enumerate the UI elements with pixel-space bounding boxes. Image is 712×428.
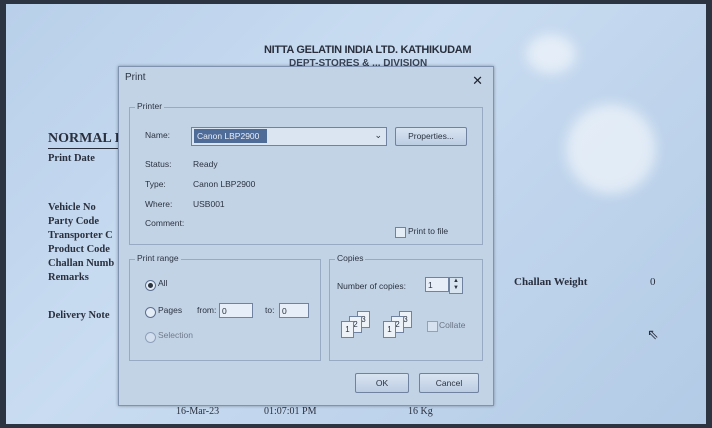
screen-glare: [526, 34, 576, 74]
print-to-file-checkbox[interactable]: [395, 227, 406, 238]
copies-group: [329, 259, 483, 361]
bottom-date: 16-Mar-23: [176, 406, 220, 417]
all-label: All: [158, 278, 168, 288]
status-label: Status:: [145, 159, 172, 169]
close-icon[interactable]: ✕: [472, 73, 483, 89]
print-date-label: Print Date: [48, 153, 95, 164]
from-label: from:: [197, 305, 217, 315]
pages-radio[interactable]: [145, 307, 156, 318]
ok-button[interactable]: OK: [355, 373, 409, 393]
transporter-label: Transporter C: [48, 230, 113, 241]
challan-weight-label: Challan Weight: [514, 276, 588, 288]
properties-button[interactable]: Properties...: [395, 127, 467, 146]
type-value: Canon LBP2900: [193, 179, 256, 189]
all-radio[interactable]: [145, 280, 156, 291]
printer-name-label: Name:: [145, 130, 171, 140]
party-code-label: Party Code: [48, 216, 100, 227]
printer-name-select[interactable]: Canon LBP2900 ⌄: [191, 127, 387, 146]
to-label: to:: [265, 305, 275, 315]
challan-weight-value: 0: [650, 276, 656, 288]
screen-glare: [566, 104, 656, 194]
comment-label: Comment:: [145, 218, 185, 228]
dialog-title: Print: [125, 72, 146, 83]
printer-group-label: Printer: [135, 101, 165, 111]
from-page-input[interactable]: 0: [219, 303, 253, 318]
cancel-button[interactable]: Cancel: [419, 373, 479, 393]
company-name: NITTA GELATIN INDIA LTD. KATHIKUDAM: [264, 44, 472, 56]
print-range-label: Print range: [135, 253, 181, 263]
type-label: Type:: [145, 179, 166, 189]
selection-radio[interactable]: [145, 332, 156, 343]
challan-number-label: Challan Numb: [48, 258, 115, 269]
delivery-note-label: Delivery Note: [48, 310, 110, 321]
mouse-pointer-icon: ⇖: [647, 326, 659, 342]
status-value: Ready: [193, 159, 218, 169]
where-value: USB001: [193, 199, 225, 209]
printer-name-value: Canon LBP2900: [194, 129, 267, 143]
collate-label: Collate: [439, 320, 466, 330]
product-code-label: Product Code: [48, 244, 110, 255]
where-label: Where:: [145, 199, 173, 209]
dialog-titlebar[interactable]: Print ✕: [119, 67, 493, 91]
heading-underline: [48, 148, 128, 149]
bottom-time: 01:07:01 PM: [264, 406, 317, 417]
collate-checkbox[interactable]: [427, 321, 438, 332]
print-dialog: Print ✕ Printer Name: Canon LBP2900 ⌄ Pr…: [118, 66, 494, 406]
number-of-copies-label: Number of copies:: [337, 281, 406, 291]
pages-label: Pages: [158, 305, 183, 315]
report-heading: NORMAL I: [48, 131, 120, 146]
print-to-file-label: Print to file: [408, 226, 449, 236]
copies-group-label: Copies: [335, 253, 366, 263]
chevron-down-icon: ⌄: [374, 130, 382, 140]
copies-spinner[interactable]: ▲ ▼: [449, 277, 463, 294]
vehicle-no-label: Vehicle No: [48, 202, 96, 213]
bottom-weight: 16 Kg: [408, 406, 433, 417]
to-page-input[interactable]: 0: [279, 303, 309, 318]
selection-label: Selection: [158, 330, 193, 340]
remarks-label: Remarks: [48, 272, 89, 283]
monitor-screen: NITTA GELATIN INDIA LTD. KATHIKUDAM DEPT…: [6, 4, 706, 424]
copies-input[interactable]: 1: [425, 277, 449, 292]
